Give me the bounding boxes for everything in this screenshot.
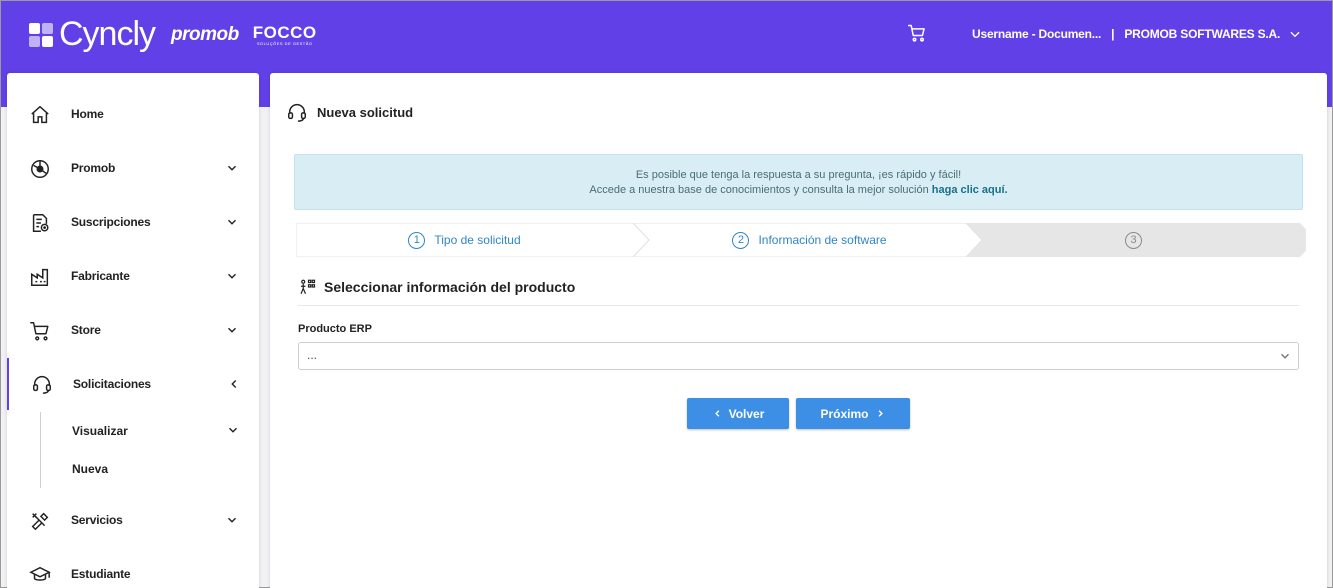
- step-number: 2: [732, 231, 750, 249]
- section-title-text: Seleccionar información del producto: [324, 279, 576, 295]
- select-value: ...: [307, 348, 318, 362]
- page-title: Nueva solicitud: [286, 101, 413, 123]
- headset-icon: [33, 376, 51, 394]
- main-panel: Nueva solicitud Es posible que tenga la …: [270, 73, 1327, 588]
- sidebar-item-fabricante[interactable]: Fabricante: [7, 256, 259, 296]
- product-info-icon: [300, 279, 316, 294]
- sidebar-item-store[interactable]: Store: [7, 310, 259, 350]
- alert-line1: Es posible que tenga la respuesta a su p…: [635, 169, 962, 181]
- home-icon: [31, 105, 49, 124]
- sidebar-item-label: Suscripciones: [71, 215, 151, 229]
- cart-icon: [30, 322, 49, 341]
- divider: [298, 305, 1299, 306]
- sidebar-item-label: Estudiante: [71, 567, 131, 581]
- sidebar-item-label: Home: [71, 107, 104, 121]
- knowledge-base-link[interactable]: haga clic aquí.: [932, 184, 1008, 196]
- sidebar-item-estudiante[interactable]: Estudiante: [7, 554, 259, 588]
- step-label: Información de software: [758, 233, 887, 247]
- sidebar-item-servicios[interactable]: Servicios: [7, 500, 259, 540]
- cart-button[interactable]: [907, 23, 927, 48]
- sidebar-subitem-visualizar[interactable]: Visualizar: [40, 412, 259, 450]
- step-1[interactable]: 1 Tipo de solicitud: [296, 223, 633, 257]
- sidebar: Home Promob Suscripciones Fabricante Sto…: [7, 73, 259, 588]
- sidebar-item-home[interactable]: Home: [7, 94, 259, 134]
- page-title-text: Nueva solicitud: [317, 104, 414, 120]
- chevron-down-icon: [228, 517, 236, 523]
- next-button[interactable]: Próximo: [796, 398, 910, 429]
- alert-line2: Accede a nuestra base de conocimientos y…: [589, 184, 1008, 196]
- stepper: 1 Tipo de solicitud 2 Información de sof…: [296, 223, 1306, 257]
- user-separator: |: [1111, 27, 1115, 41]
- brand-wordmark: Cyncly: [59, 15, 156, 53]
- chevron-down-icon: [228, 219, 236, 225]
- chevron-down-icon: [1281, 353, 1289, 359]
- headset-icon: [288, 104, 306, 122]
- back-button[interactable]: Volver: [687, 398, 789, 429]
- back-button-label: Volver: [728, 406, 765, 421]
- tools-icon: [31, 512, 49, 531]
- brand[interactable]: Cyncly promob FOCCO SOLUÇÕES DE GESTÃO: [29, 15, 317, 54]
- sidebar-subitem-label: Visualizar: [72, 424, 128, 438]
- sidebar-item-promob[interactable]: Promob: [7, 148, 259, 188]
- chevron-down-icon: [229, 427, 237, 433]
- sidebar-item-label: Promob: [71, 161, 116, 175]
- step-2[interactable]: 2 Información de software: [641, 223, 978, 257]
- promob-logo: promob: [171, 23, 239, 45]
- step-number: 1: [408, 231, 426, 249]
- sidebar-item-label: Fabricante: [71, 269, 130, 283]
- step-number: 3: [1125, 231, 1142, 249]
- knowledge-base-alert: Es posible que tenga la respuesta a su p…: [294, 154, 1303, 210]
- sidebar-item-label: Store: [71, 323, 101, 337]
- next-button-label: Próximo: [820, 406, 869, 421]
- chevron-left-icon: [231, 380, 237, 388]
- step-label: Tipo de solicitud: [434, 233, 521, 247]
- chevron-down-icon: [1290, 31, 1300, 38]
- sidebar-item-suscripciones[interactable]: Suscripciones: [7, 202, 259, 242]
- subscription-icon: [32, 214, 49, 232]
- step-3: 3: [976, 223, 1300, 257]
- username: Username - Documen...: [972, 27, 1102, 41]
- chevron-down-icon: [228, 273, 236, 279]
- producto-erp-select[interactable]: ...: [298, 342, 1299, 370]
- producto-erp-label: Producto ERP: [298, 323, 372, 335]
- cart-icon: [907, 24, 925, 42]
- chevron-down-icon: [228, 327, 236, 333]
- user-menu[interactable]: Username - Documen... | PROMOB SOFTWARES…: [972, 27, 1302, 41]
- chevron-left-icon: [714, 410, 719, 417]
- company-name: PROMOB SOFTWARES S.A.: [1124, 27, 1281, 41]
- sidebar-item-solicitaciones[interactable]: Solicitaciones: [7, 358, 259, 410]
- sidebar-item-label: Solicitaciones: [73, 377, 151, 391]
- section-title: Seleccionar información del producto: [298, 277, 575, 297]
- sidebar-subitem-label: Nueva: [72, 462, 109, 476]
- graduation-cap-icon: [29, 566, 51, 581]
- promob-icon: [31, 160, 49, 178]
- focco-logo: FOCCO SOLUÇÕES DE GESTÃO: [252, 22, 317, 46]
- chevron-down-icon: [228, 165, 236, 171]
- cyncly-logo-icon: [29, 22, 53, 47]
- sidebar-item-label: Servicios: [71, 513, 123, 527]
- chevron-right-icon: [878, 410, 883, 417]
- factory-icon: [31, 268, 49, 286]
- sidebar-subitem-nueva[interactable]: Nueva: [40, 450, 259, 488]
